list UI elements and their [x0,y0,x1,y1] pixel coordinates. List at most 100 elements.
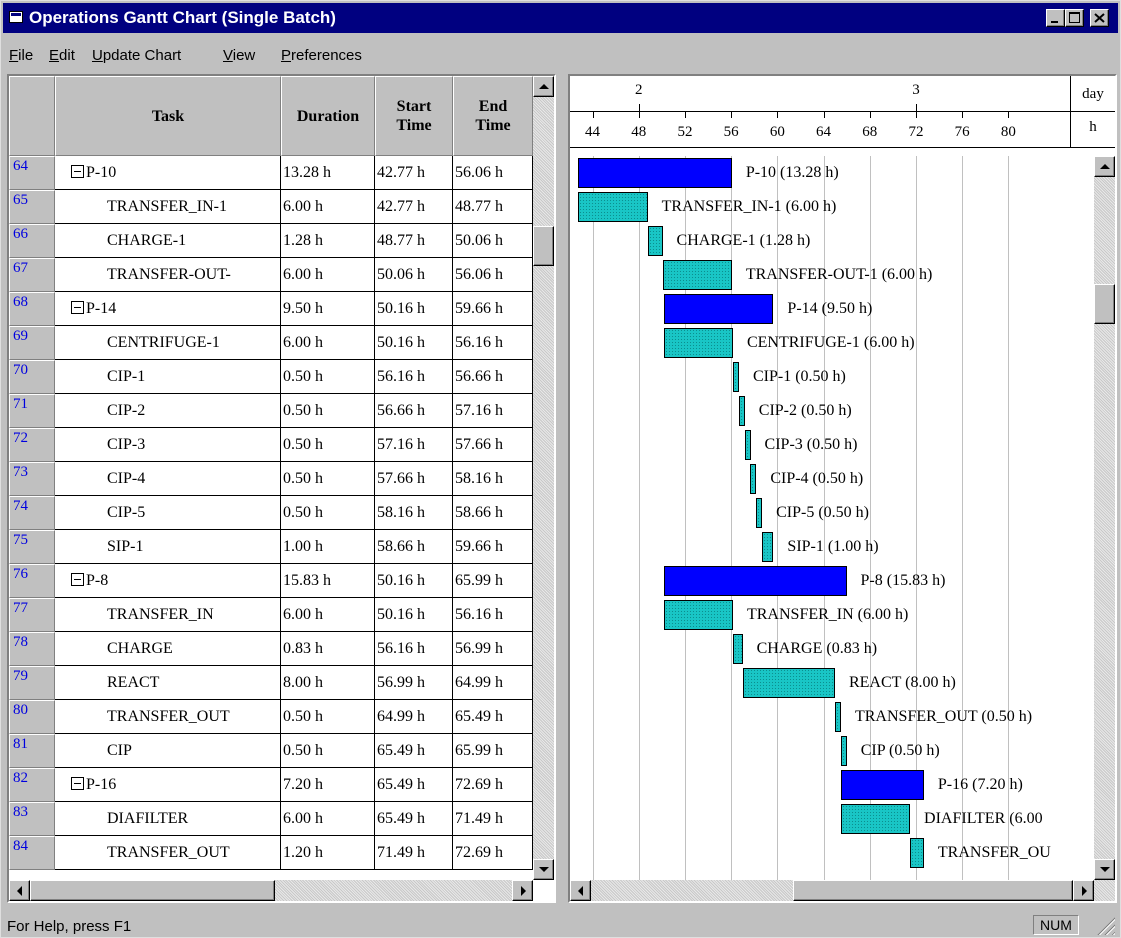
minimize-button[interactable] [1046,9,1065,27]
scroll-thumb-horizontal[interactable] [30,880,275,901]
task-bar[interactable] [647,226,663,256]
task-bar[interactable] [840,736,847,766]
end-cell[interactable]: 56.99 h [453,632,533,666]
end-cell[interactable]: 65.99 h [453,564,533,598]
resize-grip-icon[interactable] [1097,917,1115,935]
duration-cell[interactable]: 0.50 h [281,428,375,462]
start-cell[interactable]: 50.16 h [375,598,453,632]
task-cell[interactable]: CIP-4 [55,462,281,496]
scroll-thumb-horizontal[interactable] [793,880,1073,901]
duration-cell[interactable]: 8.00 h [281,666,375,700]
start-cell[interactable]: 42.77 h [375,190,453,224]
row-number[interactable]: 74 [9,496,55,530]
duration-cell[interactable]: 0.83 h [281,632,375,666]
duration-cell[interactable]: 7.20 h [281,768,375,802]
task-cell[interactable]: REACT [55,666,281,700]
row-number[interactable]: 82 [9,768,55,802]
row-number[interactable]: 64 [9,156,55,190]
task-cell[interactable]: CIP-3 [55,428,281,462]
scroll-right-button[interactable] [1073,880,1094,901]
task-cell[interactable]: TRANSFER-OUT- [55,258,281,292]
start-cell[interactable]: 56.66 h [375,394,453,428]
row-number[interactable]: 71 [9,394,55,428]
task-cell[interactable]: CHARGE [55,632,281,666]
duration-cell[interactable]: 15.83 h [281,564,375,598]
scroll-left-button[interactable] [570,880,591,901]
row-number[interactable]: 70 [9,360,55,394]
end-cell[interactable]: 58.16 h [453,462,533,496]
start-cell[interactable]: 56.16 h [375,360,453,394]
start-cell[interactable]: 56.16 h [375,632,453,666]
app-icon[interactable] [9,11,23,23]
duration-cell[interactable]: 1.00 h [281,530,375,564]
end-cell[interactable]: 48.77 h [453,190,533,224]
end-cell[interactable]: 57.66 h [453,428,533,462]
task-cell[interactable]: SIP-1 [55,530,281,564]
row-number[interactable]: 72 [9,428,55,462]
start-cell[interactable]: 50.06 h [375,258,453,292]
start-cell[interactable]: 58.66 h [375,530,453,564]
task-column-header[interactable]: Task [55,76,281,156]
task-cell[interactable]: CIP [55,734,281,768]
end-cell[interactable]: 56.16 h [453,326,533,360]
duration-cell[interactable]: 6.00 h [281,326,375,360]
maximize-button[interactable] [1065,9,1084,27]
scroll-thumb[interactable] [533,226,554,266]
task-group-cell[interactable]: P-16 [55,768,281,802]
scroll-thumb[interactable] [1094,284,1115,324]
duration-cell[interactable]: 13.28 h [281,156,375,190]
menu-view[interactable]: View [223,47,255,64]
end-time-column-header[interactable]: End Time [453,76,533,156]
task-cell[interactable]: CIP-2 [55,394,281,428]
task-bar[interactable] [910,838,924,868]
row-number[interactable]: 84 [9,836,55,870]
start-time-column-header[interactable]: Start Time [375,76,453,156]
task-bar[interactable] [662,260,732,290]
start-cell[interactable]: 56.99 h [375,666,453,700]
scroll-up-button[interactable] [533,76,554,97]
scroll-left-button[interactable] [9,880,30,901]
gantt-chart-area[interactable]: P-10 (13.28 h) TRANSFER_IN-1 (6.00 h) CHAR… [570,156,1094,880]
task-bar[interactable] [663,600,733,630]
table-vertical-scrollbar[interactable] [533,76,554,880]
task-cell[interactable]: TRANSFER_OUT [55,836,281,870]
row-number-header[interactable] [9,76,55,156]
task-cell[interactable]: CHARGE-1 [55,224,281,258]
start-cell[interactable]: 50.16 h [375,292,453,326]
task-bar[interactable] [756,498,763,528]
start-cell[interactable]: 42.77 h [375,156,453,190]
row-number[interactable]: 75 [9,530,55,564]
summary-bar[interactable] [578,158,732,188]
task-bar[interactable] [663,328,733,358]
row-number[interactable]: 79 [9,666,55,700]
menu-preferences[interactable]: Preferences [281,47,362,64]
row-number[interactable]: 68 [9,292,55,326]
task-bar[interactable] [732,362,739,392]
row-number[interactable]: 69 [9,326,55,360]
task-bar[interactable] [738,396,745,426]
collapse-icon[interactable] [71,301,84,314]
row-number[interactable]: 77 [9,598,55,632]
task-bar[interactable] [761,532,774,562]
title-bar[interactable]: Operations Gantt Chart (Single Batch) [3,3,1118,33]
task-cell[interactable]: CENTRIFUGE-1 [55,326,281,360]
collapse-icon[interactable] [71,573,84,586]
collapse-icon[interactable] [71,777,84,790]
task-group-cell[interactable]: P-14 [55,292,281,326]
duration-cell[interactable]: 0.50 h [281,394,375,428]
menu-update-chart[interactable]: Update Chart [92,47,181,64]
start-cell[interactable]: 65.49 h [375,802,453,836]
start-cell[interactable]: 65.49 h [375,768,453,802]
end-cell[interactable]: 65.49 h [453,700,533,734]
task-bar[interactable] [578,192,648,222]
end-cell[interactable]: 71.49 h [453,802,533,836]
task-cell[interactable]: CIP-1 [55,360,281,394]
end-cell[interactable]: 58.66 h [453,496,533,530]
task-bar[interactable] [840,804,911,834]
scroll-up-button[interactable] [1094,156,1115,177]
row-number[interactable]: 65 [9,190,55,224]
row-number[interactable]: 66 [9,224,55,258]
end-cell[interactable]: 56.06 h [453,156,533,190]
task-group-cell[interactable]: P-8 [55,564,281,598]
start-cell[interactable]: 57.16 h [375,428,453,462]
